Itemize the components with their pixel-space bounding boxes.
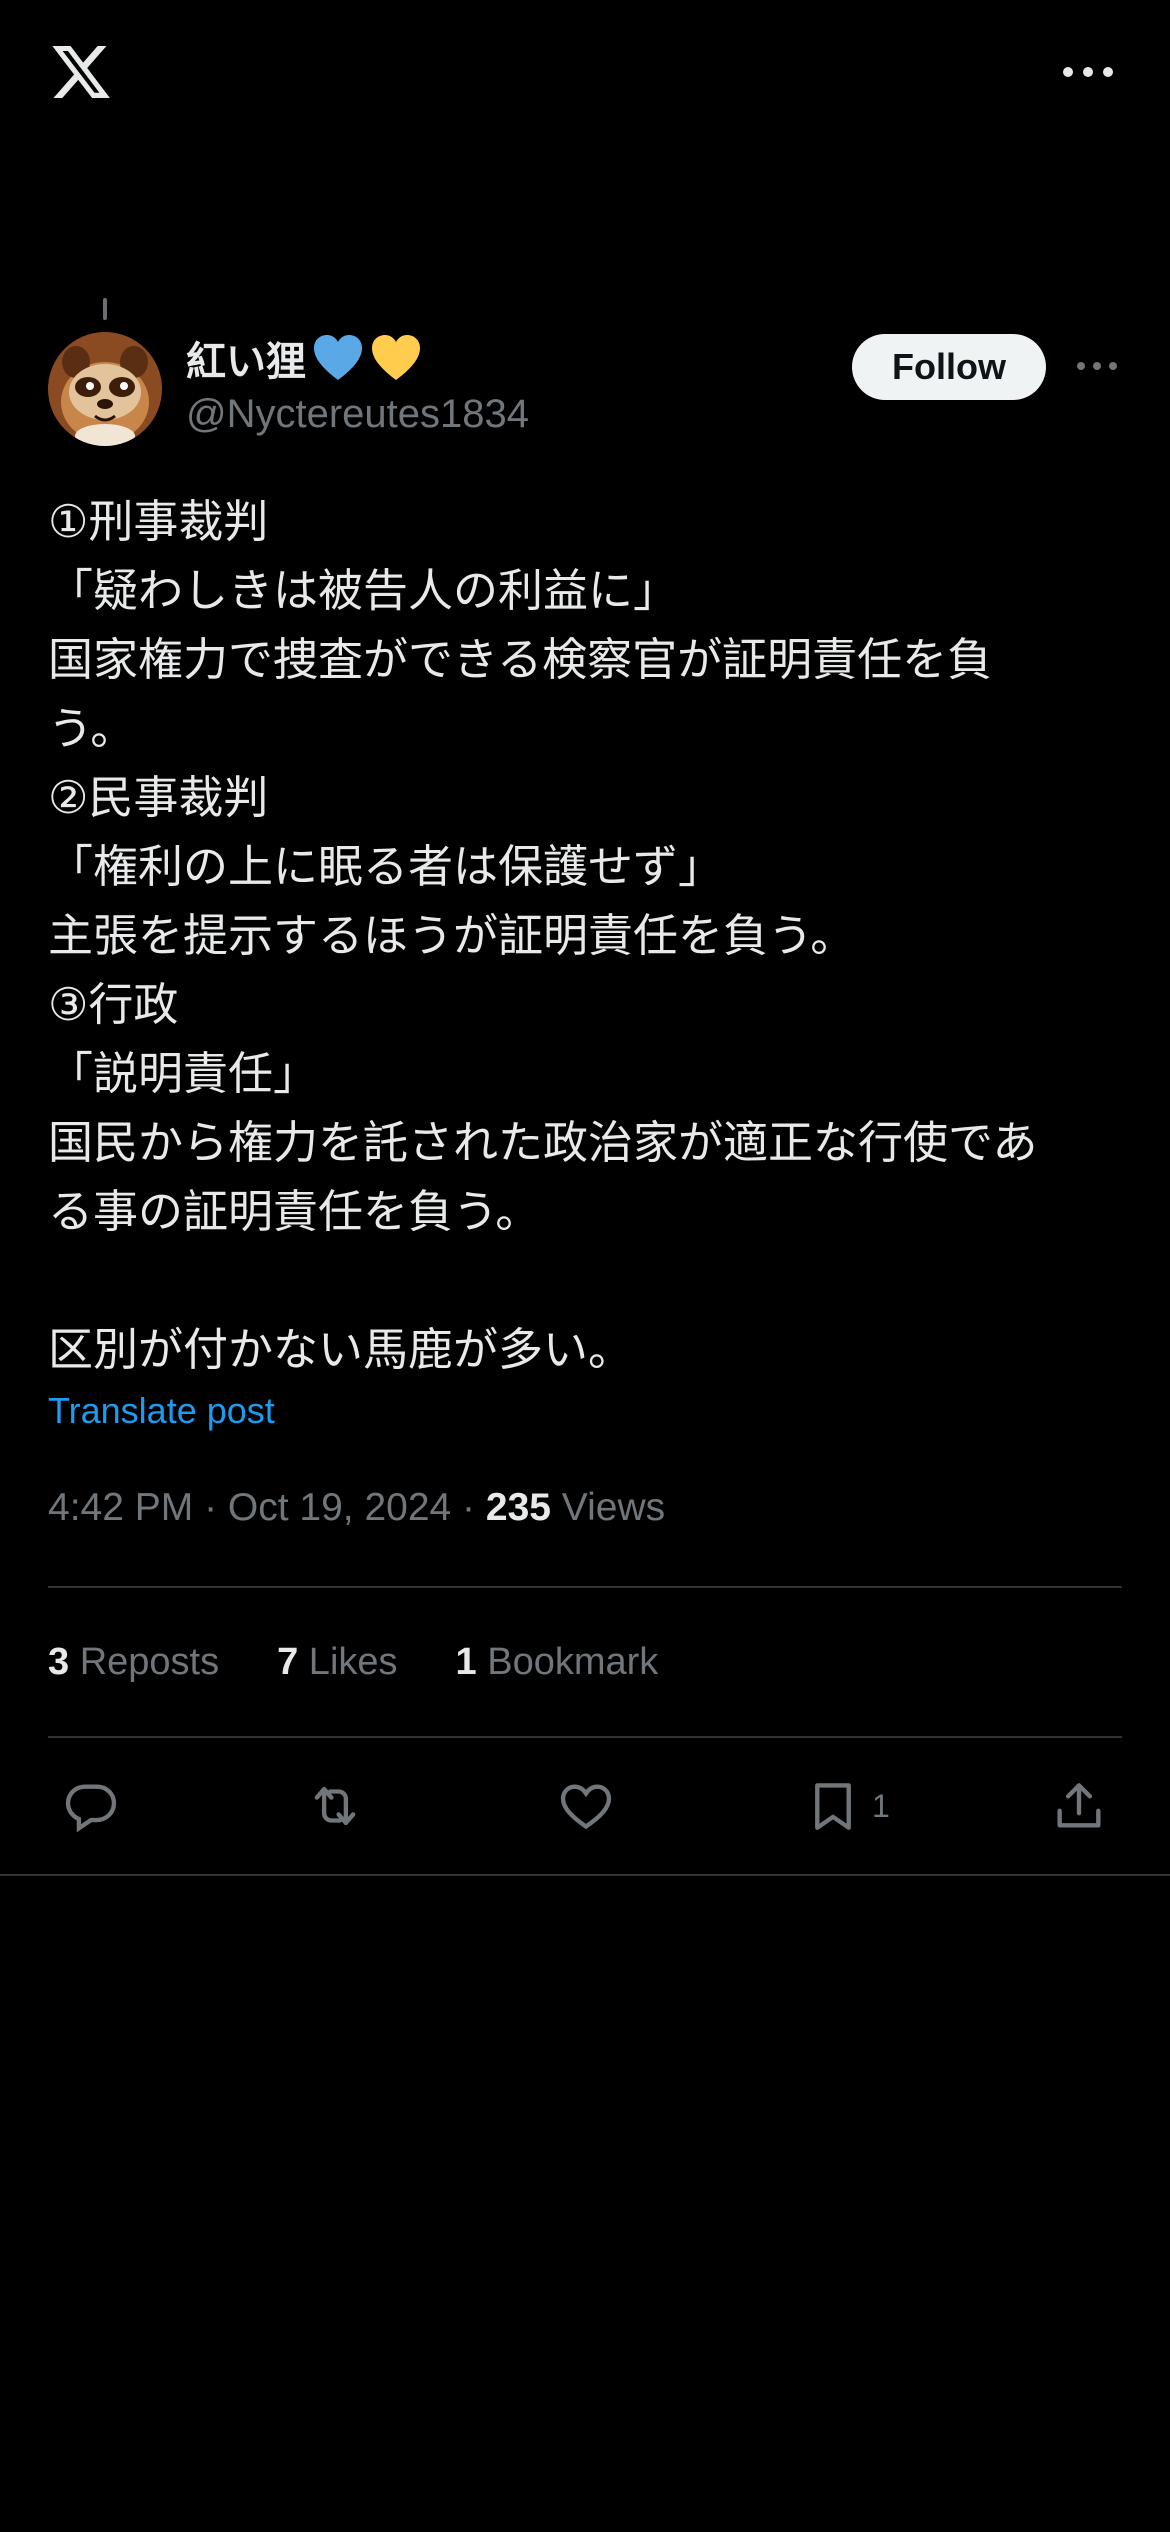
share-button[interactable] — [1050, 1766, 1108, 1846]
bookmarks-count: 1 — [455, 1641, 477, 1683]
share-icon — [1057, 1783, 1101, 1828]
post-text-line: 主張を提示するほうが証明責任を負う。 — [48, 909, 856, 962]
more-options-icon[interactable] — [1060, 60, 1116, 84]
reposts-stat[interactable]: 3 Reposts — [48, 1641, 219, 1684]
post-text-line: う。 — [48, 702, 136, 755]
views-count: 235 — [485, 1486, 551, 1529]
reply-icon — [65, 1784, 117, 1833]
post-text-line: 「疑わしきは被告人の利益に」 — [48, 564, 679, 617]
action-bar: 1 — [0, 1766, 1170, 1846]
repost-icon — [314, 1786, 356, 1826]
avatar[interactable] — [48, 332, 162, 446]
post-text-line: る事の証明責任を負う。 — [48, 1185, 541, 1238]
divider — [0, 1874, 1170, 1876]
follow-button[interactable]: Follow — [852, 334, 1046, 400]
likes-stat[interactable]: 7 Likes — [277, 1641, 397, 1684]
top-bar — [0, 0, 1170, 150]
blue-heart-icon — [314, 335, 362, 380]
likes-label: Likes — [298, 1641, 398, 1683]
divider — [48, 1586, 1122, 1588]
x-logo-icon[interactable] — [48, 40, 114, 104]
author-display-name: 紅い狸 — [186, 340, 306, 384]
translate-post-link[interactable]: Translate post — [48, 1390, 275, 1432]
post-text-line: ①刑事裁判 — [48, 495, 269, 548]
post-metadata: 4:42 PM · Oct 19, 2024 · 235 Views — [48, 1486, 665, 1530]
bookmark-icon — [815, 1783, 851, 1830]
post-text-line: ②民事裁判 — [48, 771, 269, 824]
post-text-line: ③行政 — [48, 978, 179, 1031]
post-text-line: 「権利の上に眠る者は保護せず」 — [48, 840, 724, 893]
author-handle[interactable]: @Nyctereutes1834 — [186, 392, 529, 437]
author-name[interactable]: 紅い狸 — [186, 330, 422, 386]
likes-count: 7 — [277, 1641, 299, 1683]
thread-connector-line — [103, 298, 107, 320]
post-text-line — [48, 1246, 1128, 1315]
post-text-line: 国民から権力を託された政治家が適正な行使であ — [48, 1116, 1038, 1169]
bookmark-button[interactable]: 1 — [804, 1766, 890, 1846]
post-text: ①刑事裁判 「疑わしきは被告人の利益に」 国家権力で捜査ができる検察官が証明責任… — [48, 487, 1128, 1384]
like-button[interactable] — [557, 1766, 615, 1846]
reposts-count: 3 — [48, 1641, 70, 1683]
post-text-line: 「説明責任」 — [48, 1047, 319, 1100]
post-timestamp[interactable]: 4:42 PM · Oct 19, 2024 · — [48, 1486, 486, 1529]
bookmarks-stat[interactable]: 1 Bookmark — [456, 1641, 659, 1684]
engagement-stats: 3 Reposts 7 Likes 1 Bookmark — [48, 1641, 658, 1684]
views-label: Views — [550, 1486, 666, 1529]
yellow-heart-icon — [372, 335, 420, 380]
reply-button[interactable] — [62, 1766, 120, 1846]
divider — [48, 1736, 1122, 1738]
reposts-label: Reposts — [69, 1641, 220, 1683]
bookmarks-label: Bookmark — [476, 1641, 659, 1683]
post-more-options-icon[interactable] — [1076, 356, 1118, 376]
post-text-line: 区別が付かない馬鹿が多い。 — [48, 1323, 634, 1376]
post-text-line: 国家権力で捜査ができる検察官が証明責任を負 — [48, 633, 993, 686]
bookmark-count: 1 — [872, 1787, 890, 1824]
heart-icon — [560, 1784, 612, 1830]
repost-button[interactable] — [306, 1766, 364, 1846]
